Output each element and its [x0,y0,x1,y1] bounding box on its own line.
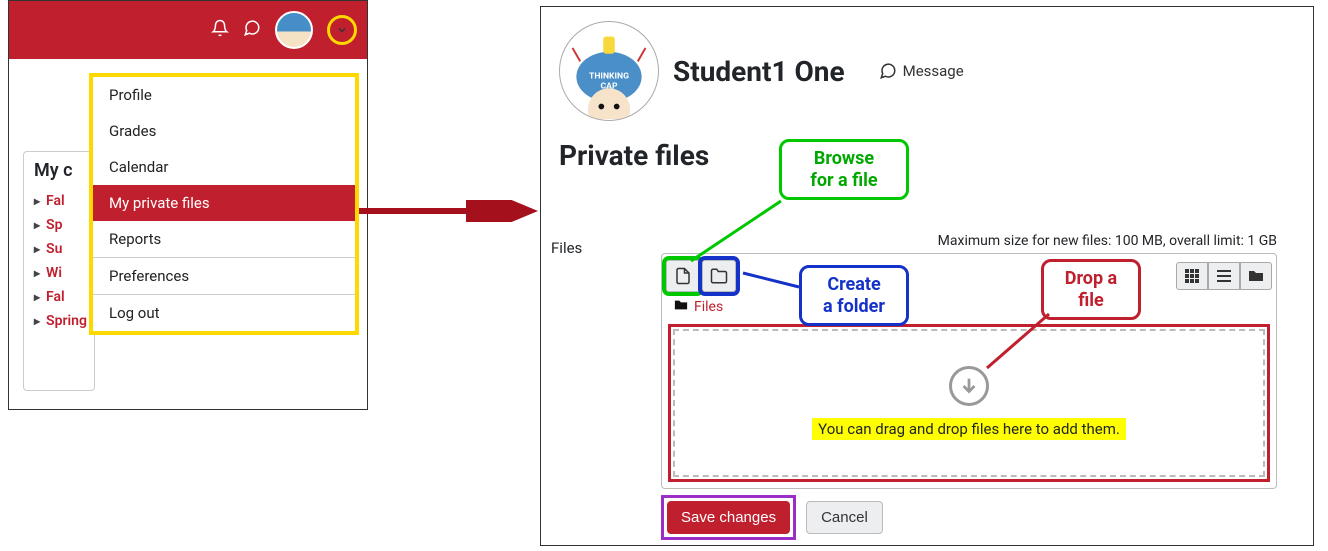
file-dropzone[interactable]: You can drag and drop files here to add … [673,329,1265,477]
menu-logout[interactable]: Log out [93,295,355,331]
callout-folder: Create a folder [799,265,909,326]
messages-icon[interactable] [243,19,261,42]
avatar-large: THINKING CAP [559,21,659,121]
folder-solid-icon [674,298,688,316]
nav-panel: Profile Grades Calendar My private files… [8,0,368,410]
profile-name: Student1 One [673,55,845,88]
course-link[interactable]: Wi [34,265,84,281]
files-field-label: Files [551,239,582,257]
download-arrow-icon [949,366,989,406]
my-courses-block: My c Fal Sp Su Wi Fal Spring 2020 [23,151,95,391]
menu-grades[interactable]: Grades [93,113,355,149]
svg-text:THINKING: THINKING [589,72,629,82]
page-title: Private files [559,139,709,172]
top-bar [9,1,367,59]
course-link[interactable]: Spring 2020 [34,313,84,329]
menu-preferences[interactable]: Preferences [93,258,355,294]
folder-solid-icon [1248,268,1264,284]
folder-icon [710,267,728,285]
highlight-save: Save changes [661,495,796,540]
user-menu-toggle[interactable] [327,15,357,45]
save-button[interactable]: Save changes [667,501,790,534]
course-link[interactable]: Fal [34,193,84,209]
breadcrumb-root[interactable]: Files [694,299,723,315]
menu-profile[interactable]: Profile [93,77,355,113]
avatar[interactable] [275,11,313,49]
dropzone-text: You can drag and drop files here to add … [812,418,1126,440]
user-dropdown: Profile Grades Calendar My private files… [89,73,359,335]
view-icons-button[interactable] [1176,262,1208,290]
private-files-panel: THINKING CAP Student1 One Message Privat… [540,6,1314,546]
my-courses-heading: My c [34,160,84,181]
view-tree-button[interactable] [1240,262,1272,290]
upload-limit-text: Maximum size for new files: 100 MB, over… [938,233,1277,249]
callout-tail [686,197,786,267]
file-breadcrumb: Files [662,294,1276,322]
flow-arrow-icon [356,200,542,222]
callout-drop: Drop a file [1041,259,1141,320]
menu-calendar[interactable]: Calendar [93,149,355,185]
grid-icon [1184,268,1200,284]
list-icon [1216,268,1232,284]
course-link[interactable]: Fal [34,289,84,305]
notifications-icon[interactable] [211,19,229,42]
speech-bubble-icon [879,62,897,80]
cancel-button[interactable]: Cancel [806,501,883,534]
menu-reports[interactable]: Reports [93,221,355,257]
menu-private-files[interactable]: My private files [93,185,355,221]
message-link[interactable]: Message [879,62,964,80]
callout-tail [741,269,801,293]
callout-tail [983,312,1053,372]
course-link[interactable]: Sp [34,217,84,233]
view-list-button[interactable] [1208,262,1240,290]
course-link[interactable]: Su [34,241,84,257]
callout-browse: Browse for a file [779,139,909,200]
file-icon [674,267,692,285]
